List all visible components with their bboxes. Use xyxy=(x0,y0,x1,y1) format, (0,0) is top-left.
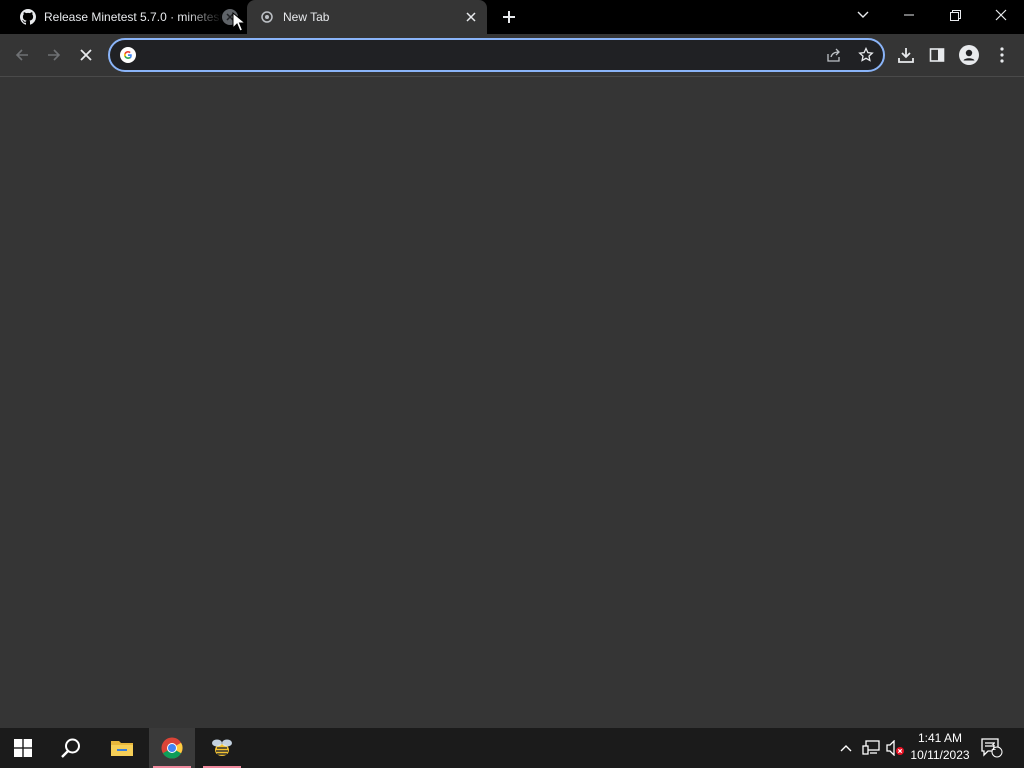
tab-strip: Release Minetest 5.7.0 · minetest/minete… xyxy=(0,0,1024,34)
notification-count: 1 xyxy=(991,742,997,752)
clock[interactable]: 1:41 AM 10/11/2023 xyxy=(905,730,975,766)
profile-button[interactable] xyxy=(953,39,985,71)
downloads-button[interactable] xyxy=(890,39,922,71)
windows-taskbar: 1:41 AM 10/11/2023 1 xyxy=(0,728,1024,768)
omnibox-input[interactable] xyxy=(142,44,786,68)
close-icon xyxy=(466,12,476,22)
arrow-left-icon xyxy=(15,49,28,61)
chevron-up-icon xyxy=(840,745,852,752)
search-button[interactable] xyxy=(48,728,94,768)
chrome-taskbar-button[interactable] xyxy=(149,728,195,768)
clock-date: 10/11/2023 xyxy=(910,748,970,762)
back-button[interactable] xyxy=(6,39,38,71)
bee-app-icon xyxy=(212,739,232,756)
close-tab-button[interactable] xyxy=(463,9,479,25)
clock-time: 1:41 AM xyxy=(917,731,963,745)
download-icon xyxy=(898,48,914,63)
show-hidden-icons-button[interactable] xyxy=(836,728,856,768)
star-icon xyxy=(858,47,874,62)
side-panel-icon xyxy=(929,48,945,62)
network-icon xyxy=(862,740,880,755)
tab-title: New Tab xyxy=(283,10,330,24)
windows-logo-icon xyxy=(14,739,32,757)
side-panel-button[interactable] xyxy=(921,39,953,71)
file-explorer-button[interactable] xyxy=(99,728,145,768)
restore-icon xyxy=(949,9,961,21)
forward-button[interactable] xyxy=(38,39,70,71)
close-icon xyxy=(995,9,1007,21)
avatar-icon xyxy=(959,45,979,65)
google-icon xyxy=(120,47,136,63)
tab-title: Release Minetest 5.7.0 · minetest/minete… xyxy=(44,10,222,24)
search-icon xyxy=(61,738,80,758)
address-bar[interactable] xyxy=(108,38,885,72)
minimize-icon xyxy=(904,14,914,16)
chrome-menu-button[interactable] xyxy=(986,39,1018,71)
more-vert-icon xyxy=(1000,47,1004,63)
browser-toolbar xyxy=(0,34,1024,77)
close-icon xyxy=(80,49,92,61)
arrow-right-icon xyxy=(48,49,61,61)
page-content xyxy=(0,77,1024,728)
chrome-icon xyxy=(259,9,275,25)
plus-icon xyxy=(503,11,515,23)
chevron-down-icon xyxy=(857,11,869,18)
new-tab-button[interactable] xyxy=(499,7,519,27)
tab-new-tab[interactable]: New Tab xyxy=(247,0,487,34)
action-center-button[interactable]: 1 xyxy=(978,728,1006,768)
stop-loading-button[interactable] xyxy=(70,39,102,71)
chrome-icon xyxy=(161,737,183,759)
share-icon xyxy=(827,48,840,62)
share-button[interactable] xyxy=(822,43,846,67)
start-button[interactable] xyxy=(0,728,46,768)
restore-button[interactable] xyxy=(932,0,978,30)
folder-icon xyxy=(111,741,133,756)
tab-search-button[interactable] xyxy=(840,0,886,30)
volume-button[interactable] xyxy=(884,728,906,768)
mouse-cursor-icon xyxy=(232,12,246,32)
window-close-button[interactable] xyxy=(978,0,1024,30)
github-icon xyxy=(20,9,36,25)
minimize-button[interactable] xyxy=(886,0,932,30)
app-taskbar-button[interactable] xyxy=(199,728,245,768)
tab-minetest-release[interactable]: Release Minetest 5.7.0 · minetest/minete… xyxy=(8,0,246,34)
network-button[interactable] xyxy=(860,728,882,768)
bookmark-button[interactable] xyxy=(854,43,878,67)
volume-muted-icon xyxy=(886,740,904,756)
